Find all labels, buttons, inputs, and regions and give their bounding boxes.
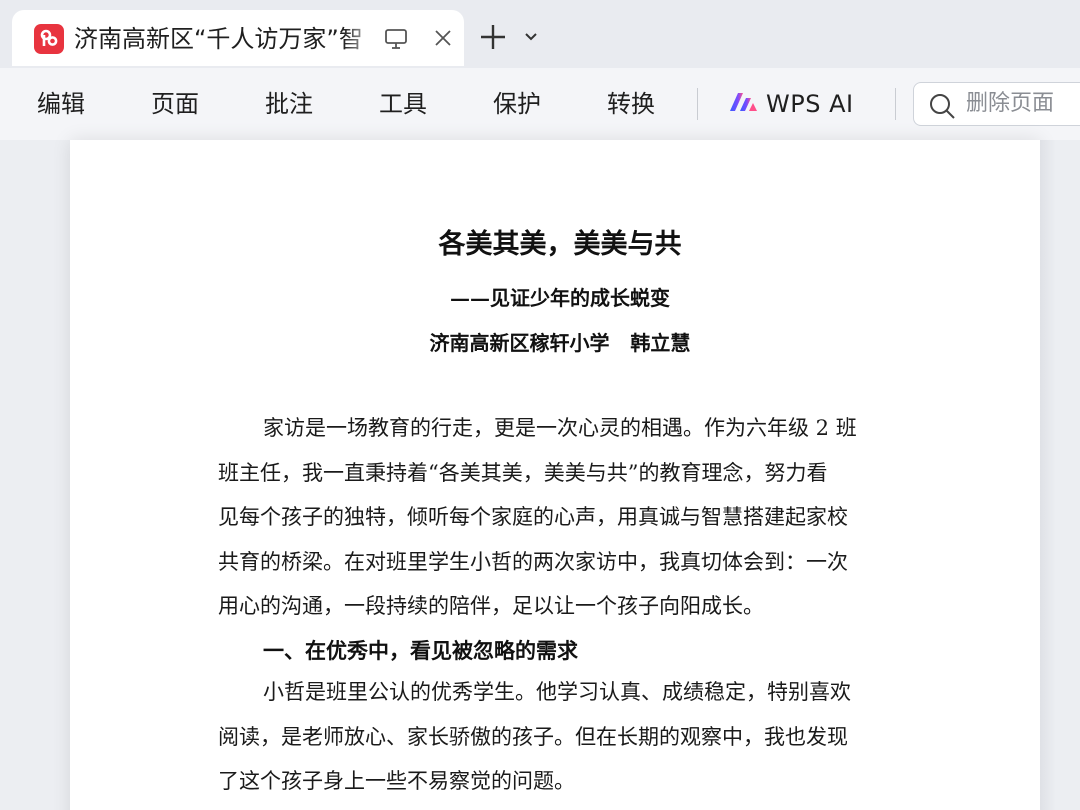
text-line: 见每个孩子的独特，倾听每个家庭的心声，用真诚与智慧搭建起家校 — [218, 505, 848, 529]
document-subtitle: ——见证少年的成长蜕变 — [450, 286, 670, 310]
tab-title: 济南高新区“千人访万家”智 — [74, 25, 363, 53]
menu-page[interactable]: 页面 — [151, 86, 199, 122]
text-line: 了这个孩子身上一些不易察觉的问题。 — [218, 769, 575, 793]
text-line: 用心的沟通，一段持续的陪伴，足以让一个孩子向阳成长。 — [218, 594, 764, 618]
menu-tools[interactable]: 工具 — [379, 86, 427, 122]
text-line: 共育的桥梁。在对班里学生小哲的两次家访中，我真切体会到：一次 — [218, 549, 848, 574]
search-input[interactable]: 删除页面 — [913, 82, 1080, 126]
chevron-down-icon[interactable] — [522, 28, 540, 50]
scroll-gutter — [1040, 140, 1080, 810]
text-line: 小哲是班里公认的优秀学生。他学习认真、成绩稳定，特别喜欢 — [263, 680, 851, 704]
new-tab-plus-icon[interactable] — [478, 22, 508, 56]
wps-pdf-logo-icon — [34, 24, 64, 54]
search-placeholder: 删除页面 — [966, 91, 1055, 116]
wps-ai-button[interactable]: WPS AI — [728, 86, 854, 122]
search-icon — [928, 92, 956, 124]
ribbon-divider — [895, 88, 896, 120]
menu-protect[interactable]: 保护 — [493, 86, 541, 122]
document-title: 各美其美，美美与共 — [438, 229, 682, 260]
ribbon-divider — [697, 88, 698, 120]
section-heading: 一、在优秀中，看见被忽略的需求 — [263, 639, 578, 663]
tab-bar: 济南高新区“千人访万家”智 — [0, 0, 1080, 68]
text-line: 班主任，我一直秉持着“各美其美，美美与共”的教育理念，努力看 — [218, 460, 828, 485]
ribbon-toolbar: 编辑 页面 批注 工具 保护 转换 WPS AI 删除页面 — [0, 68, 1080, 140]
document-tab[interactable]: 济南高新区“千人访万家”智 — [12, 10, 464, 66]
menu-annotate[interactable]: 批注 — [265, 86, 313, 122]
wps-ai-label: WPS AI — [766, 90, 854, 118]
wps-ai-logo-icon — [728, 91, 758, 117]
menu-convert[interactable]: 转换 — [607, 86, 655, 122]
text-line: 家访是一场教育的行走，更是一次心灵的相遇。作为六年级 2 班 — [263, 416, 857, 440]
close-tab-icon[interactable] — [432, 27, 454, 53]
document-author: 济南高新区稼轩小学 韩立慧 — [429, 331, 691, 355]
menu-edit[interactable]: 编辑 — [37, 86, 85, 122]
paragraph-section-1: 小哲是班里公认的优秀学生。他学习认真、成绩稳定，特别喜欢 阅读，是老师放心、家长… — [218, 670, 898, 804]
monitor-icon[interactable] — [384, 27, 408, 55]
paragraph-intro: 家访是一场教育的行走，更是一次心灵的相遇。作为六年级 2 班 班主任，我一直秉持… — [218, 406, 898, 629]
document-canvas[interactable]: 各美其美，美美与共 ——见证少年的成长蜕变 济南高新区稼轩小学 韩立慧 家访是一… — [0, 140, 1080, 810]
text-line: 阅读，是老师放心、家长骄傲的孩子。但在长期的观察中，我也发现 — [218, 724, 848, 749]
document-page[interactable]: 各美其美，美美与共 ——见证少年的成长蜕变 济南高新区稼轩小学 韩立慧 家访是一… — [70, 140, 1040, 810]
